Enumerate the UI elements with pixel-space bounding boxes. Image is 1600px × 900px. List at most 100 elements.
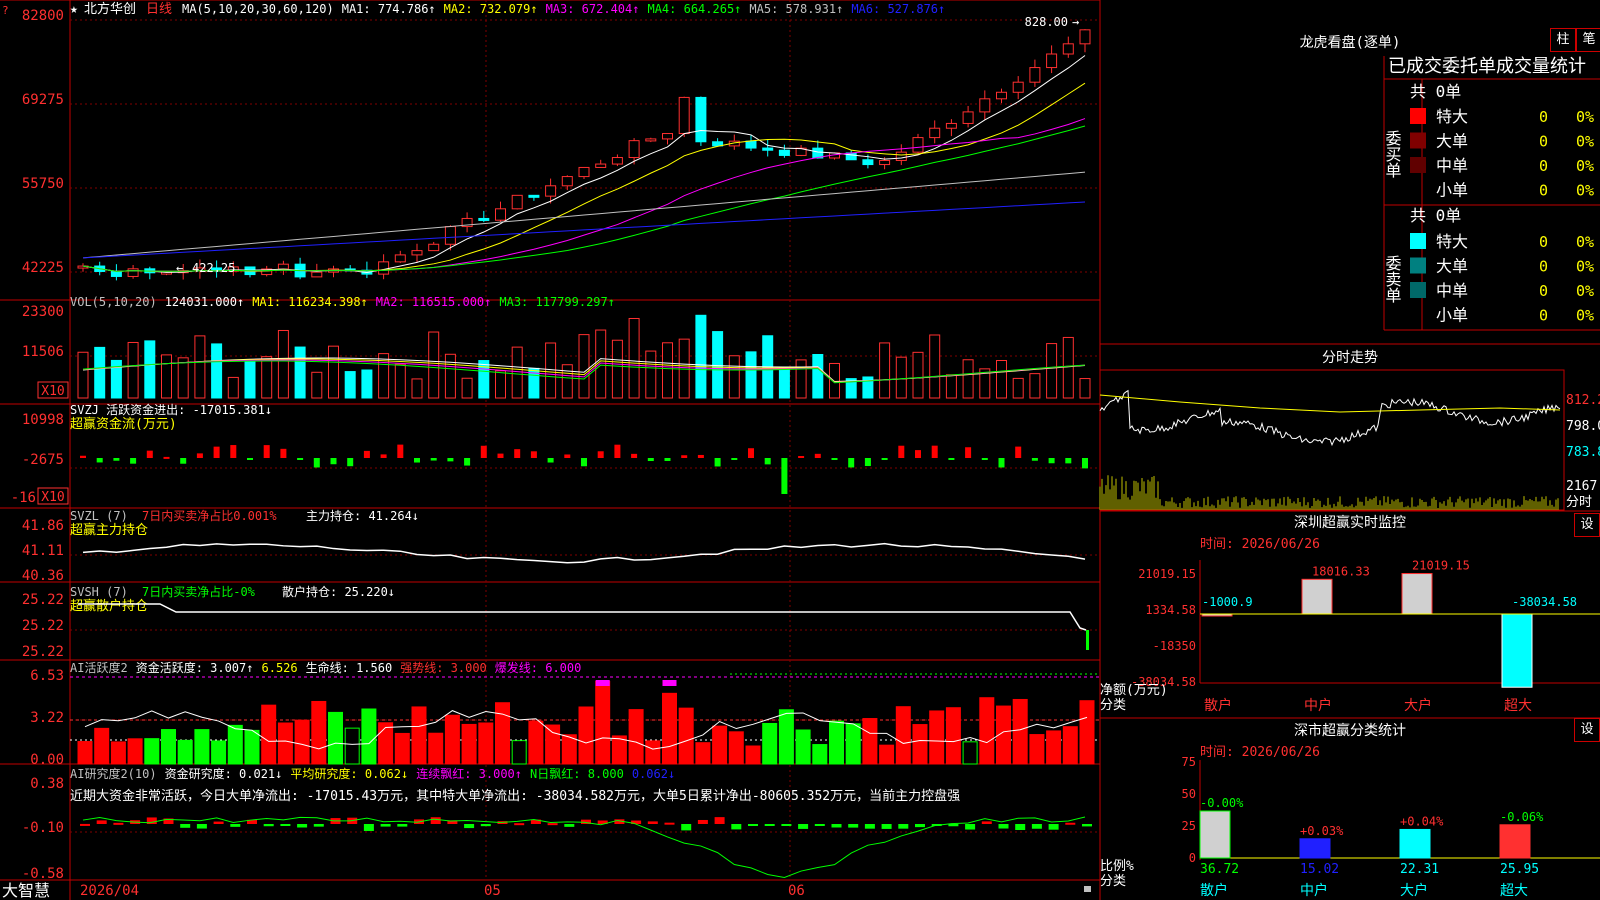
order-count: 0 [1539, 108, 1548, 126]
ai-activity-bar [127, 738, 143, 765]
ai-research-bar [464, 824, 475, 829]
svzj-bar [881, 458, 888, 460]
svzj-bar [130, 458, 137, 464]
header-part: MA4: 664.265↑ [647, 2, 741, 16]
header-part: 资金研究度: 0.021↓ [165, 766, 283, 781]
intraday-avg-line [1099, 394, 1561, 413]
ai-activity-bar [645, 740, 661, 765]
intraday-axis-label: 2167 [1566, 479, 1597, 494]
panel-menu-icon[interactable]: ? [2, 4, 9, 17]
ma-lines [82, 55, 1086, 273]
tab-stroke[interactable]: 笔 [1576, 28, 1600, 52]
svzj-bar [497, 453, 504, 458]
tab-column[interactable]: 柱 [1550, 28, 1576, 52]
price-low-arrow-icon: ← [176, 261, 183, 275]
monitor-settings-button[interactable]: 设 [1574, 513, 1600, 537]
ai-activity-bar [428, 732, 444, 765]
candle-body [1062, 43, 1074, 55]
header-part: 124031.000↑ [165, 295, 244, 309]
ai-research-bar [196, 824, 207, 829]
ai-research-bar [814, 824, 825, 826]
candle-body [478, 217, 490, 221]
stock-chart-canvas[interactable]: 828.00 → ← 422.25 82800 69275 55750 4222… [0, 0, 1600, 900]
ai-research-bar [748, 824, 758, 826]
volume-bar [1062, 336, 1074, 399]
monitor-time: 时间: 2026/06/26 [1200, 537, 1320, 552]
svzj-bar [614, 444, 621, 458]
volume-bar [829, 362, 840, 399]
lock-icon[interactable] [1084, 886, 1091, 892]
ai-activity-bar [110, 741, 126, 765]
svzj-bar [814, 453, 821, 458]
monitor-value: 18016.33 [1312, 564, 1370, 578]
svzj-bar [1015, 446, 1022, 458]
svzj-bar [1031, 458, 1038, 461]
ai-activity-bar [829, 720, 844, 765]
class-bar [1299, 838, 1331, 859]
volume-bar [561, 364, 573, 399]
class-bar [1499, 824, 1531, 859]
svzj-bar [514, 449, 521, 458]
ma-header: MA(5,10,20,30,60,120) MA1: 774.786↑ MA2: 7… [182, 2, 945, 16]
header-part: AI活跃度2 [70, 660, 128, 675]
class-time: 时间: 2026/06/26 [1200, 745, 1320, 760]
ai-activity-bar [194, 729, 210, 765]
monitor-value: -38034.58 [1512, 595, 1577, 609]
volume-bar [745, 351, 757, 399]
order-pct: 0% [1576, 282, 1594, 300]
svzj-bar [1082, 458, 1088, 469]
price-candles[interactable] [77, 29, 1091, 281]
svzj-bar [898, 445, 905, 458]
volume-bar [344, 371, 356, 399]
volume-bar [912, 351, 924, 399]
class-category: 散户 [1200, 882, 1228, 899]
volume-bar [662, 342, 673, 399]
favorite-star-icon[interactable]: ★ [70, 2, 78, 17]
class-category: 大户 [1400, 882, 1428, 899]
volume-bar [695, 314, 707, 399]
class-value: 22.31 [1400, 862, 1439, 877]
ai-activity-bar [1029, 734, 1045, 765]
monitor-xlabel: 分类 [1100, 698, 1126, 713]
candle-body [578, 166, 590, 178]
svsh-tail [1086, 630, 1089, 650]
candle-body [695, 96, 707, 143]
svzj-bar [230, 445, 237, 458]
volume-bar [1012, 377, 1024, 399]
volume-bar [328, 345, 339, 399]
svsh-header: SVSH (7) [70, 585, 128, 599]
class-axis-label: 25 [1182, 819, 1196, 833]
ai-research-bar [564, 824, 575, 827]
volume-bar [495, 370, 506, 399]
intraday-axis-label: 分时 [1566, 495, 1592, 510]
ai-research-bar [848, 824, 859, 828]
header-part: MA2: 116515.000↑ [376, 295, 492, 309]
volume-bar [712, 331, 724, 399]
candle-body [1046, 53, 1058, 69]
ai-activity-bar [444, 714, 460, 765]
ai-research-bar [1031, 824, 1042, 829]
order-pct: 0% [1576, 157, 1594, 175]
ai-research-note: 近期大资金非常活跃，今日大单净流出: -17015.43万元，其中特大单净流出:… [70, 788, 960, 804]
order-color-swatch [1410, 257, 1426, 274]
date-axis-label: 05 [484, 883, 501, 899]
class-bar [1399, 828, 1431, 859]
candle-body [628, 140, 640, 159]
ai-research-bar [113, 822, 124, 825]
ai-activity-bar [361, 708, 377, 765]
candle-body [912, 137, 924, 153]
volume-bar [1079, 378, 1091, 399]
period-label[interactable]: 日线 [146, 2, 172, 17]
volume-bar [177, 357, 189, 399]
class-xlabel: 分类 [1100, 874, 1126, 889]
svzj-bar [280, 448, 287, 458]
svzj-bar [664, 458, 671, 461]
class-pct-label: -0.06% [1500, 810, 1544, 824]
sell-side-label: 委卖单 [1383, 255, 1402, 303]
ai-research-bar [798, 824, 809, 829]
class-settings-button[interactable]: 设 [1574, 718, 1600, 742]
volume-bar [361, 369, 373, 399]
svsh-line [78, 603, 1089, 650]
svzj-bar [80, 455, 86, 458]
date-axis-label: 2026/04 [80, 883, 139, 899]
